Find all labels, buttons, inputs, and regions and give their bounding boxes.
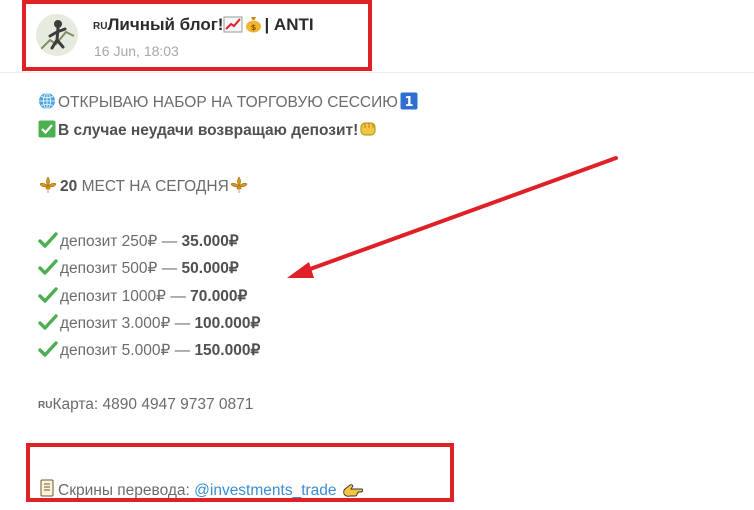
- refund-text: В случае неудачи возвращаю депозит!: [58, 122, 359, 139]
- fist-icon: [360, 122, 376, 136]
- deposit-result: 150.000₽: [194, 342, 261, 359]
- check-box-icon: [38, 120, 56, 138]
- deposit-row: депозит 500₽ — 50.000₽: [38, 258, 239, 278]
- line-refund: В случае неудачи возвращаю депозит!: [38, 120, 380, 140]
- svg-text:1: 1: [404, 95, 413, 110]
- check-mark-icon: [38, 232, 58, 248]
- deposit-result: 100.000₽: [194, 315, 261, 332]
- deposit-result: 35.000₽: [181, 233, 239, 250]
- fleur-de-lis-icon: [39, 176, 57, 193]
- deposit-label: депозит 1000₽ —: [60, 288, 191, 305]
- red-arrow-annotation: [287, 156, 618, 278]
- places-text: МЕСТ НА СЕГОДНЯ: [81, 178, 229, 195]
- deposit-row: депозит 250₽ — 35.000₽: [38, 231, 239, 251]
- number-one-icon: 1: [400, 92, 418, 110]
- check-mark-icon: [38, 259, 58, 275]
- line-open-session: ОТКРЫВАЮ НАБОР НА ТОРГОВУЮ СЕССИЮ 1: [38, 92, 420, 112]
- deposit-row: депозит 3.000₽ — 100.000₽: [38, 313, 260, 333]
- deposit-result: 50.000₽: [181, 260, 239, 277]
- check-mark-icon: [38, 314, 58, 330]
- fleur-de-lis-icon-right: [230, 176, 248, 193]
- deposit-result: 70.000₽: [190, 288, 248, 305]
- line-places: 20 МЕСТ НА СЕГОДНЯ: [38, 176, 251, 196]
- places-count: 20: [60, 178, 78, 195]
- deposit-label: депозит 500₽ —: [60, 260, 182, 277]
- card-number-text: Карта: 4890 4947 9737 0871: [52, 396, 254, 413]
- deposit-label: депозит 3.000₽ —: [60, 315, 195, 332]
- deposit-label: депозит 5.000₽ —: [60, 342, 195, 359]
- deposit-row: депозит 5.000₽ — 150.000₽: [38, 340, 260, 360]
- highlight-box-header: [22, 0, 372, 71]
- globe-icon: [39, 92, 55, 110]
- deposit-label: депозит 250₽ —: [60, 233, 182, 250]
- check-mark-icon: [38, 341, 58, 357]
- deposit-row: депозит 1000₽ — 70.000₽: [38, 286, 247, 306]
- check-mark-icon: [38, 287, 58, 303]
- highlight-box-screens: [26, 443, 454, 502]
- line-card: RUКарта: 4890 4947 9737 0871: [38, 396, 253, 414]
- open-session-text: ОТКРЫВАЮ НАБОР НА ТОРГОВУЮ СЕССИЮ: [58, 94, 398, 111]
- card-flag-label: RU: [38, 400, 53, 411]
